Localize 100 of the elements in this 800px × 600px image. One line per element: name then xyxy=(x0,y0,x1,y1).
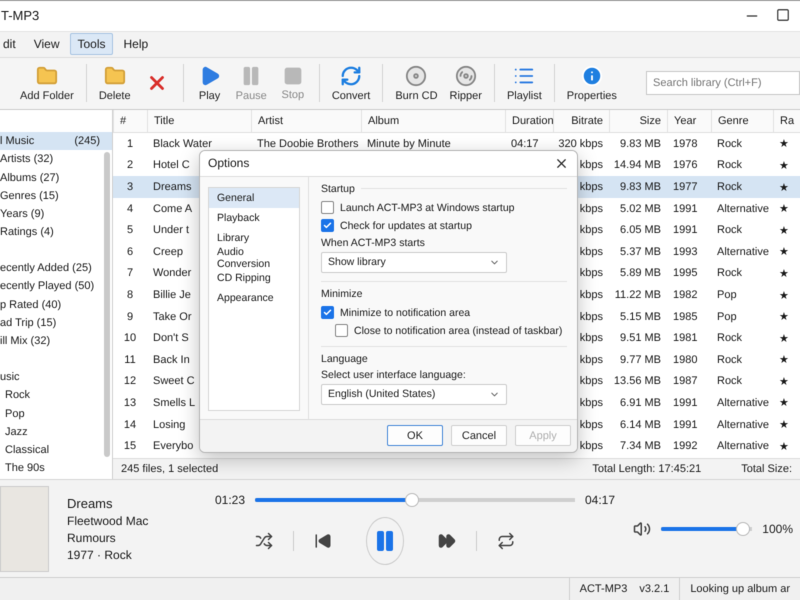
previous-button[interactable] xyxy=(314,532,332,550)
column-header[interactable]: Year xyxy=(667,110,711,132)
table-cell: 14.94 MB xyxy=(614,159,661,172)
elapsed-time: 01:23 xyxy=(215,492,246,507)
checkbox[interactable] xyxy=(335,324,348,338)
table-cell: 04:17 xyxy=(511,138,539,150)
category-item[interactable]: CD Ripping xyxy=(209,268,299,288)
table-cell: Pop xyxy=(717,289,737,302)
disc-icon xyxy=(454,64,477,87)
table-cell: 9.83 MB xyxy=(620,138,661,150)
table-cell: 9.51 MB xyxy=(620,332,661,344)
category-item[interactable]: Audio Conversion xyxy=(209,248,299,268)
column-header[interactable]: Bitrate xyxy=(553,110,609,132)
table-cell: Dreams xyxy=(153,181,192,194)
volume-handle[interactable] xyxy=(736,522,750,536)
sidebar-item[interactable]: Genres (15) xyxy=(0,186,112,205)
checkbox-label: Close to notification area (instead of taskbar) xyxy=(354,324,562,337)
table-cell: Come A xyxy=(153,202,192,215)
sidebar-item[interactable]: usic xyxy=(0,368,112,386)
column-header[interactable]: Duration xyxy=(505,110,553,132)
toolbar-button[interactable]: Convert xyxy=(326,64,376,102)
volume-icon[interactable] xyxy=(633,520,651,538)
table-cell: 6.91 MB xyxy=(620,396,661,409)
status-message: Looking up album ar xyxy=(690,583,790,596)
menu-item[interactable]: Help xyxy=(116,33,156,56)
shuffle-button[interactable] xyxy=(255,532,273,550)
toolbar-button[interactable]: Play xyxy=(190,64,230,102)
maximize-icon[interactable] xyxy=(776,8,790,22)
disc-icon xyxy=(405,64,428,87)
dialog-button[interactable]: Cancel xyxy=(451,425,507,446)
column-header[interactable]: Genre xyxy=(711,110,773,132)
sidebar-item[interactable]: Albums (27) xyxy=(0,168,112,187)
sidebar-item[interactable]: ecently Added (25) xyxy=(0,259,112,278)
sidebar-item[interactable]: ecently Played (50) xyxy=(0,277,112,296)
table-cell: 9 xyxy=(126,310,134,323)
sidebar-item[interactable]: Years (9) xyxy=(0,204,112,223)
sidebar-item[interactable]: l Music (245) xyxy=(0,132,112,150)
table-cell: 13 xyxy=(124,396,136,409)
table-cell: Rock xyxy=(717,375,742,388)
pause-button[interactable] xyxy=(366,516,404,565)
checkbox[interactable] xyxy=(321,219,334,232)
column-header[interactable]: Artist xyxy=(251,110,361,132)
dialog-button[interactable]: OK xyxy=(387,425,443,446)
category-item[interactable]: General xyxy=(209,188,299,208)
sidebar-item[interactable]: p Rated (40) xyxy=(0,296,112,314)
column-header[interactable]: Size xyxy=(609,110,667,132)
category-item[interactable]: Library xyxy=(209,228,299,248)
table-cell: kbps xyxy=(580,332,603,344)
version: v3.2.1 xyxy=(639,583,670,596)
total-size: Total Size: xyxy=(741,463,792,476)
sidebar-item[interactable]: ad Trip (15) xyxy=(0,314,112,332)
checkbox-label: Launch ACT-MP3 at Windows startup xyxy=(340,202,514,214)
column-header[interactable]: Title xyxy=(147,110,251,132)
category-item[interactable]: Appearance xyxy=(209,288,299,308)
sidebar-item[interactable]: ill Mix (32) xyxy=(0,332,112,350)
total-time: 04:17 xyxy=(584,492,615,507)
sidebar-item[interactable]: Classical xyxy=(0,440,112,460)
table-cell: Sweet C xyxy=(153,375,195,388)
search-field[interactable]: Search library (Ctrl+F) xyxy=(646,71,800,96)
toolbar-button[interactable]: Playlist xyxy=(500,64,548,102)
toolbar-button[interactable]: Add Folder xyxy=(14,64,80,102)
menu-item[interactable]: Tools xyxy=(70,33,112,56)
menu-item[interactable]: View xyxy=(26,33,66,56)
table-row[interactable]: 1 Black Water The Doobie Brothers Minute by Minute 04:17 320 kbps 9.83 MB 1978 Rock ★ xyxy=(113,133,800,155)
dropdown[interactable]: Show library xyxy=(321,252,507,273)
column-header[interactable]: # xyxy=(113,110,147,132)
sidebar-item[interactable]: Ratings (4) xyxy=(0,223,112,242)
table-cell: kbps xyxy=(580,246,603,258)
menu-item[interactable]: dit xyxy=(0,33,23,56)
sidebar-item[interactable]: The 90s xyxy=(0,459,112,478)
rating-stars: ★ xyxy=(779,310,789,324)
table-cell: 11.22 MB xyxy=(614,289,661,302)
checkbox[interactable] xyxy=(321,306,334,320)
table-cell: 1977 xyxy=(673,181,698,194)
rating-stars: ★ xyxy=(779,288,789,302)
table-cell: 1978 xyxy=(673,138,698,150)
sidebar-item[interactable]: Pop xyxy=(0,404,112,423)
sidebar-item[interactable]: Rock xyxy=(0,386,112,404)
section-heading: Startup xyxy=(321,182,355,195)
table-cell: kbps xyxy=(580,396,603,409)
dropdown[interactable]: English (United States) xyxy=(321,384,507,405)
toolbar-button[interactable]: Burn CD xyxy=(389,64,444,102)
table-cell: Don't S xyxy=(153,332,189,344)
toolbar-button[interactable]: Properties xyxy=(560,64,623,102)
sidebar-item[interactable]: Jazz xyxy=(0,422,112,441)
category-item[interactable]: Playback xyxy=(209,208,299,228)
column-header[interactable]: Ra xyxy=(773,110,800,132)
repeat-button[interactable] xyxy=(497,532,516,550)
table-cell: 8 xyxy=(126,289,134,302)
column-header[interactable]: Album xyxy=(361,110,505,132)
sidebar-item[interactable]: Artists (32) xyxy=(0,150,112,168)
seek-handle[interactable] xyxy=(404,492,419,507)
fast-forward-button[interactable] xyxy=(438,532,456,550)
table-cell: 7 xyxy=(126,267,134,280)
rating-stars: ★ xyxy=(779,158,789,172)
toolbar-button[interactable]: Ripper xyxy=(444,64,488,102)
toolbar-button[interactable]: Delete xyxy=(92,64,137,102)
checkbox[interactable] xyxy=(321,201,334,214)
table-cell: 1991 xyxy=(673,396,698,409)
table-cell: Smells L xyxy=(153,396,196,409)
